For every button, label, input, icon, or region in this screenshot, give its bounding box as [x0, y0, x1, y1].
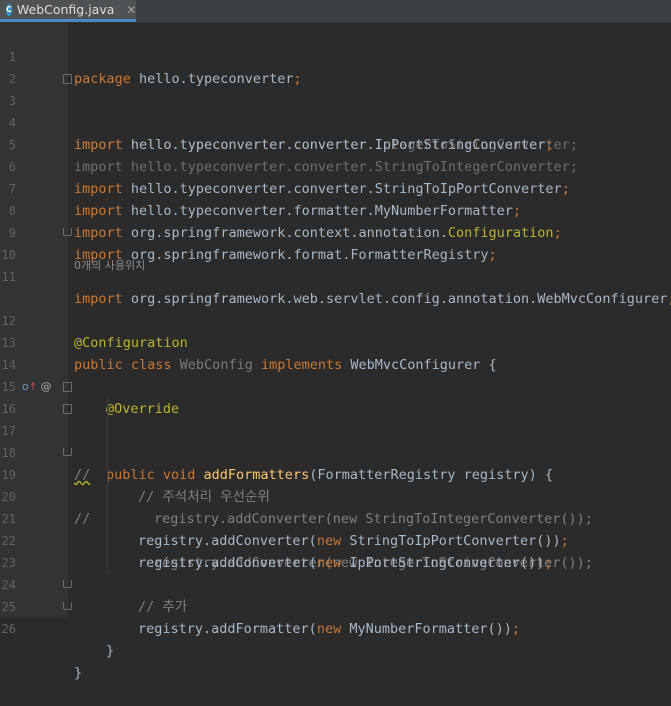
indent-guide — [107, 552, 108, 574]
indent-guide — [107, 486, 108, 508]
code-line-12: 12 @Configuration — [0, 288, 671, 351]
indent-guide — [107, 530, 108, 552]
closing-brace: } — [106, 643, 115, 659]
line-number: 26 — [1, 622, 16, 636]
fold-end-icon[interactable] — [63, 602, 72, 610]
code-line-25: 25 } — [0, 574, 671, 659]
code-line-18: 18 // registry.addConverter(new StringTo… — [0, 420, 671, 527]
indent-guide — [107, 420, 108, 442]
indent-guide — [107, 442, 108, 464]
code-line-17: 17 // 주석처리 우선순위 — [0, 398, 671, 505]
code-line-2: 2 — [0, 46, 671, 86]
line-number: 11 — [1, 270, 16, 284]
editor-tab-bar: C WebConfig.java ✕ — [0, 0, 671, 23]
code-line-21: 21 registry.addConverter(new IpPortStrin… — [0, 486, 671, 571]
code-line-13: 13 public class WebConfig implements Web… — [0, 310, 671, 373]
indent-guide — [107, 398, 108, 420]
code-line-16: 16 o↑ @ public void addFormatters(Format… — [0, 376, 671, 483]
keyword: new — [316, 621, 342, 637]
close-icon[interactable]: ✕ — [126, 3, 136, 17]
usage-hint[interactable]: 0개의 사용위치 — [74, 255, 145, 277]
code-text: MyNumberFormatter()) — [341, 621, 512, 637]
code-line-10: 10 import org.springframework.web.servle… — [0, 222, 671, 307]
override-icon[interactable]: o — [22, 380, 29, 393]
tab-label: WebConfig.java — [16, 2, 115, 17]
code-text: registry.addFormatter( — [138, 621, 317, 637]
code-line-26: 26 } — [0, 596, 671, 681]
fold-end-icon[interactable] — [63, 580, 72, 588]
code-line-15: 15 @Override — [0, 354, 671, 417]
code-line-14: 14 — [0, 332, 671, 372]
java-class-icon: C — [6, 3, 12, 16]
fold-toggle-icon[interactable] — [63, 404, 72, 414]
indent-guide — [107, 508, 108, 530]
code-line-5: 5 import hello.typeconverter.converter.S… — [0, 112, 671, 175]
code-line-24: 24 registry.addFormatter(new MyNumberFor… — [0, 552, 671, 637]
code-editor[interactable]: 1 package hello.typeconverter; 2 3 impor… — [0, 24, 671, 681]
indent-guide — [107, 464, 108, 486]
at-sign-icon[interactable]: @ — [41, 380, 52, 393]
code-line-23: 23 // 추가 — [0, 530, 671, 615]
code-line-1: 1 package hello.typeconverter; — [0, 24, 671, 87]
code-line-11: 11 0개의 사용위치 — [0, 244, 671, 284]
code-line-7: 7 import hello.typeconverter.formatter.M… — [0, 156, 671, 219]
code-line-22: 22 — [0, 508, 671, 548]
tab-webconfig-java[interactable]: C WebConfig.java ✕ — [0, 0, 136, 22]
code-line-19: 19 // registry.addConverter(new IntegerT… — [0, 442, 671, 571]
fold-end-icon[interactable] — [63, 448, 72, 456]
fold-toggle-icon[interactable] — [63, 74, 72, 84]
closing-brace: } — [74, 665, 83, 681]
code-line-3: 3 import hello.typeconverter.converter.I… — [0, 68, 671, 153]
code-line-9: 9 import org.springframework.format.Form… — [0, 200, 671, 263]
code-line-8: 8 import org.springframework.context.ann… — [0, 178, 671, 241]
code-line-20: 20 registry.addConverter(new StringToIpP… — [0, 464, 671, 549]
arrow-up-icon[interactable]: ↑ — [29, 382, 37, 393]
semicolon: ; — [511, 621, 521, 637]
fold-end-icon[interactable] — [63, 228, 72, 236]
code-line-4: 4 import hello.typeconverter.converter.I… — [0, 90, 671, 153]
code-line-6: 6 import hello.typeconverter.converter.S… — [0, 134, 671, 197]
fold-toggle-icon[interactable] — [63, 382, 72, 392]
